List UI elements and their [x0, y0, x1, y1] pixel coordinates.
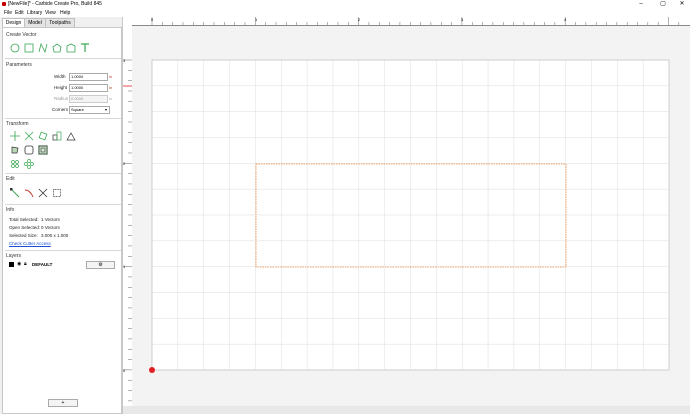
ruler-left-label-0: 0: [123, 368, 126, 373]
menu-help[interactable]: Help: [60, 9, 70, 17]
gear-icon[interactable]: ⚙: [86, 261, 115, 269]
ruler-top-label-3: 3: [461, 17, 464, 22]
ruler-top-label-4: 4: [564, 17, 567, 22]
minimize-button[interactable]: –: [634, 0, 648, 9]
ruler-left-label-3: 3: [123, 58, 126, 63]
layer-color-swatch[interactable]: [9, 262, 14, 267]
corners-value: Square: [71, 107, 84, 112]
design-canvas[interactable]: [132, 26, 690, 414]
title-bar: [NewFile]* - Carbide Create Pro, Build 8…: [0, 0, 690, 9]
height-input[interactable]: 1.0000: [69, 84, 108, 92]
offset-icon[interactable]: [10, 145, 20, 155]
join-icon[interactable]: [24, 188, 34, 198]
width-label: Width: [54, 74, 66, 79]
menu-view[interactable]: View: [45, 9, 56, 17]
width-input[interactable]: 1.0000: [69, 73, 108, 81]
maximize-button[interactable]: ▢: [656, 0, 670, 9]
height-unit: in: [109, 85, 113, 90]
menu-library[interactable]: Library: [27, 9, 42, 17]
corners-label: Corners: [52, 107, 69, 112]
polygon-tool-icon[interactable]: [52, 43, 62, 53]
section-edit: Edit: [6, 176, 15, 182]
bounding-box-icon[interactable]: [52, 188, 62, 198]
fillet-icon[interactable]: [24, 145, 34, 155]
layer-name: DEFAULT: [32, 262, 53, 267]
circle-tool-icon[interactable]: [10, 43, 20, 53]
total-selected-value: 1 Vectors: [41, 217, 60, 222]
move-icon[interactable]: [10, 131, 20, 141]
mirror-icon[interactable]: [66, 131, 76, 141]
open-selected-label: Open Selected:: [9, 225, 41, 230]
open-selected-value: 0 Vectors: [41, 225, 60, 230]
boolean-icon[interactable]: [38, 145, 48, 155]
tab-toolpaths[interactable]: Toolpaths: [45, 18, 75, 27]
selected-size-label: Selected Size:: [9, 233, 38, 238]
menu-bar: File Edit Library View Help: [0, 9, 690, 17]
app-icon: [2, 2, 6, 6]
pentagon-tool-icon[interactable]: [66, 43, 76, 53]
tab-design[interactable]: Design: [2, 18, 25, 27]
ruler-left-label-1: 1: [123, 264, 126, 269]
radius-input[interactable]: 0.0000: [69, 95, 108, 103]
rotate-icon[interactable]: [38, 131, 48, 141]
ruler-left-label-2: 2: [123, 161, 126, 166]
section-info: Info: [6, 207, 15, 213]
node-edit-icon[interactable]: [10, 188, 20, 198]
status-bar: [123, 406, 690, 414]
close-button[interactable]: ✕: [675, 0, 689, 9]
check-cutter-access-link[interactable]: Check Cutter Access: [9, 241, 51, 246]
design-panel: Create Vector Parameters Width 1.0000 in…: [2, 27, 122, 414]
height-label: Height: [54, 85, 68, 90]
text-tool-icon[interactable]: [80, 43, 90, 53]
ruler-top: 0 1 2 3 4: [123, 17, 690, 26]
section-transform: Transform: [6, 121, 29, 127]
width-unit: in: [109, 74, 113, 79]
ruler-top-label-1: 1: [255, 17, 258, 22]
scale-icon[interactable]: [24, 131, 34, 141]
array-icon[interactable]: [10, 159, 20, 169]
trim-icon[interactable]: [38, 188, 48, 198]
section-create-vector: Create Vector: [6, 32, 37, 38]
rectangle-tool-icon[interactable]: [24, 43, 34, 53]
circular-array-icon[interactable]: [24, 159, 34, 169]
selected-size-value: 3.000 x 1.000: [41, 233, 69, 238]
corners-select[interactable]: Square ▾: [69, 106, 110, 114]
radius-unit: in: [109, 96, 113, 101]
menu-edit[interactable]: Edit: [15, 9, 24, 17]
section-layers: Layers: [6, 253, 22, 259]
window-title: [NewFile]* - Carbide Create Pro, Build 8…: [8, 1, 102, 7]
eye-icon[interactable]: ◉: [17, 261, 21, 267]
ruler-top-label-2: 2: [358, 17, 361, 22]
origin-marker-icon: [149, 367, 155, 373]
total-selected-label: Total Selected:: [9, 217, 39, 222]
menu-file[interactable]: File: [4, 9, 12, 17]
section-parameters: Parameters: [6, 62, 32, 68]
curve-tool-icon[interactable]: [38, 42, 48, 54]
lock-icon[interactable]: 🔒︎: [24, 261, 27, 267]
layer-row[interactable]: ◉ 🔒︎ DEFAULT ⚙: [5, 261, 118, 269]
left-panel: Design Model Toolpaths Create Vector Par…: [0, 17, 123, 414]
chevron-down-icon: ▾: [104, 107, 107, 112]
add-layer-button[interactable]: +: [48, 399, 78, 407]
ruler-top-label-0: 0: [151, 17, 154, 22]
radius-label: Radius: [54, 96, 69, 101]
tab-model[interactable]: Model: [24, 18, 46, 27]
align-icon[interactable]: [52, 131, 62, 141]
